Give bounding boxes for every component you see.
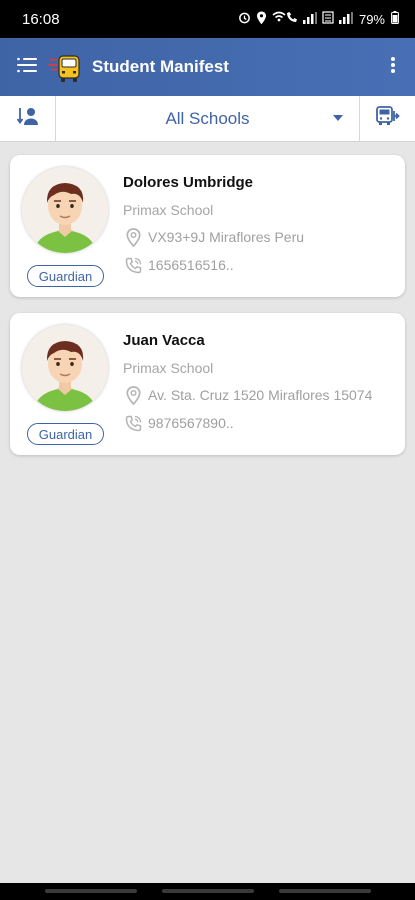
menu-button[interactable] bbox=[0, 38, 54, 96]
address-row: Av. Sta. Cruz 1520 Miraflores 15074 bbox=[123, 385, 372, 405]
phone-icon bbox=[123, 255, 143, 275]
battery-icon bbox=[391, 11, 399, 27]
status-time: 16:08 bbox=[22, 10, 60, 28]
address-row: VX93+9J Miraflores Peru bbox=[123, 227, 304, 247]
avatar bbox=[22, 167, 108, 253]
volte-icon bbox=[322, 11, 334, 27]
phone-icon bbox=[123, 413, 143, 433]
menu-icon bbox=[17, 56, 37, 79]
bus-route-icon bbox=[375, 106, 400, 131]
system-nav-bar bbox=[0, 883, 415, 900]
student-card[interactable]: Guardian Dolores Umbridge Primax School … bbox=[10, 155, 405, 297]
avatar bbox=[22, 325, 108, 411]
student-phone: 9876567890.. bbox=[148, 415, 234, 431]
student-school: Primax School bbox=[123, 360, 214, 376]
selected-school-label: All Schools bbox=[165, 108, 250, 128]
filter-bar: All Schools bbox=[0, 95, 415, 142]
student-school: Primax School bbox=[123, 202, 214, 218]
nav-home-button[interactable] bbox=[162, 889, 254, 893]
more-vert-icon bbox=[390, 56, 396, 79]
student-address: Av. Sta. Cruz 1520 Miraflores 15074 bbox=[148, 387, 373, 403]
wifi-calling-icon bbox=[272, 11, 298, 27]
status-indicators: 79% bbox=[238, 11, 399, 28]
bus-route-button[interactable] bbox=[359, 95, 415, 142]
signal-2-icon bbox=[338, 11, 353, 27]
more-options-button[interactable] bbox=[371, 38, 415, 96]
school-bus-logo-icon bbox=[48, 50, 82, 84]
app-bar: Student Manifest bbox=[0, 38, 415, 96]
app-title: Student Manifest bbox=[92, 57, 229, 76]
student-address: VX93+9J Miraflores Peru bbox=[148, 229, 305, 245]
nav-back-button[interactable] bbox=[279, 889, 371, 893]
student-phone: 1656516516.. bbox=[148, 257, 234, 273]
school-dropdown[interactable]: All Schools bbox=[56, 96, 359, 142]
user-sort-icon bbox=[16, 106, 39, 131]
nav-recents-button[interactable] bbox=[45, 889, 137, 893]
dropdown-arrow-icon bbox=[333, 114, 343, 121]
status-icons bbox=[238, 11, 353, 28]
alarm-icon bbox=[238, 11, 251, 27]
guardian-badge: Guardian bbox=[27, 423, 104, 445]
student-name: Dolores Umbridge bbox=[123, 174, 254, 191]
status-bar: 16:08 79% bbox=[0, 0, 415, 38]
battery-percent: 79% bbox=[358, 11, 385, 27]
location-pin-icon bbox=[123, 385, 143, 405]
location-icon bbox=[256, 11, 267, 28]
guardian-badge: Guardian bbox=[27, 265, 104, 287]
location-pin-icon bbox=[123, 227, 143, 247]
student-name: Juan Vacca bbox=[123, 332, 205, 349]
sort-students-button[interactable] bbox=[0, 95, 56, 142]
signal-icon bbox=[302, 11, 317, 27]
phone-row[interactable]: 9876567890.. bbox=[123, 413, 234, 433]
phone-row[interactable]: 1656516516.. bbox=[123, 255, 234, 275]
student-card[interactable]: Guardian Juan Vacca Primax School Av. St… bbox=[10, 313, 405, 455]
